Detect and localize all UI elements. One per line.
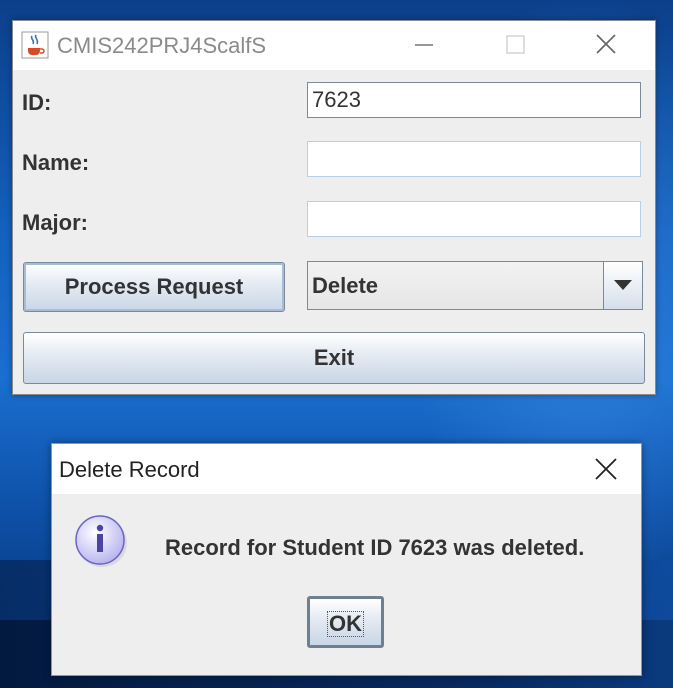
id-label: ID: [22, 90, 52, 115]
close-icon[interactable] [583, 27, 629, 63]
window-title: CMIS242PRJ4ScalfS [57, 33, 267, 58]
dialog-title-bar[interactable]: Delete Record [52, 444, 641, 494]
java-cup-icon [21, 31, 49, 59]
chevron-down-icon[interactable] [603, 262, 642, 309]
major-label: Major: [22, 210, 88, 235]
exit-button[interactable]: Exit [23, 332, 645, 384]
id-field[interactable]: 7623 [307, 82, 641, 118]
action-select-value: Delete [312, 273, 379, 298]
ok-button-label: OK [327, 611, 364, 637]
maximize-icon[interactable] [493, 27, 539, 63]
dialog-title: Delete Record [59, 457, 200, 482]
minimize-icon[interactable] [401, 27, 447, 63]
delete-record-dialog: Delete Record Record for Student ID 7623… [51, 443, 642, 676]
major-field[interactable] [307, 201, 641, 237]
name-label: Name: [22, 150, 90, 175]
name-field[interactable] [307, 141, 641, 177]
ok-button[interactable]: OK [307, 596, 384, 648]
dialog-message: Record for Student ID 7623 was deleted. [165, 535, 585, 560]
action-select[interactable]: Delete [307, 261, 643, 310]
close-icon[interactable] [588, 452, 624, 488]
title-bar[interactable]: CMIS242PRJ4ScalfS [13, 21, 655, 70]
information-icon [74, 514, 128, 568]
process-request-button[interactable]: Process Request [23, 262, 285, 312]
main-window: CMIS242PRJ4ScalfS ID: 7623 Name: Major: … [12, 20, 656, 395]
